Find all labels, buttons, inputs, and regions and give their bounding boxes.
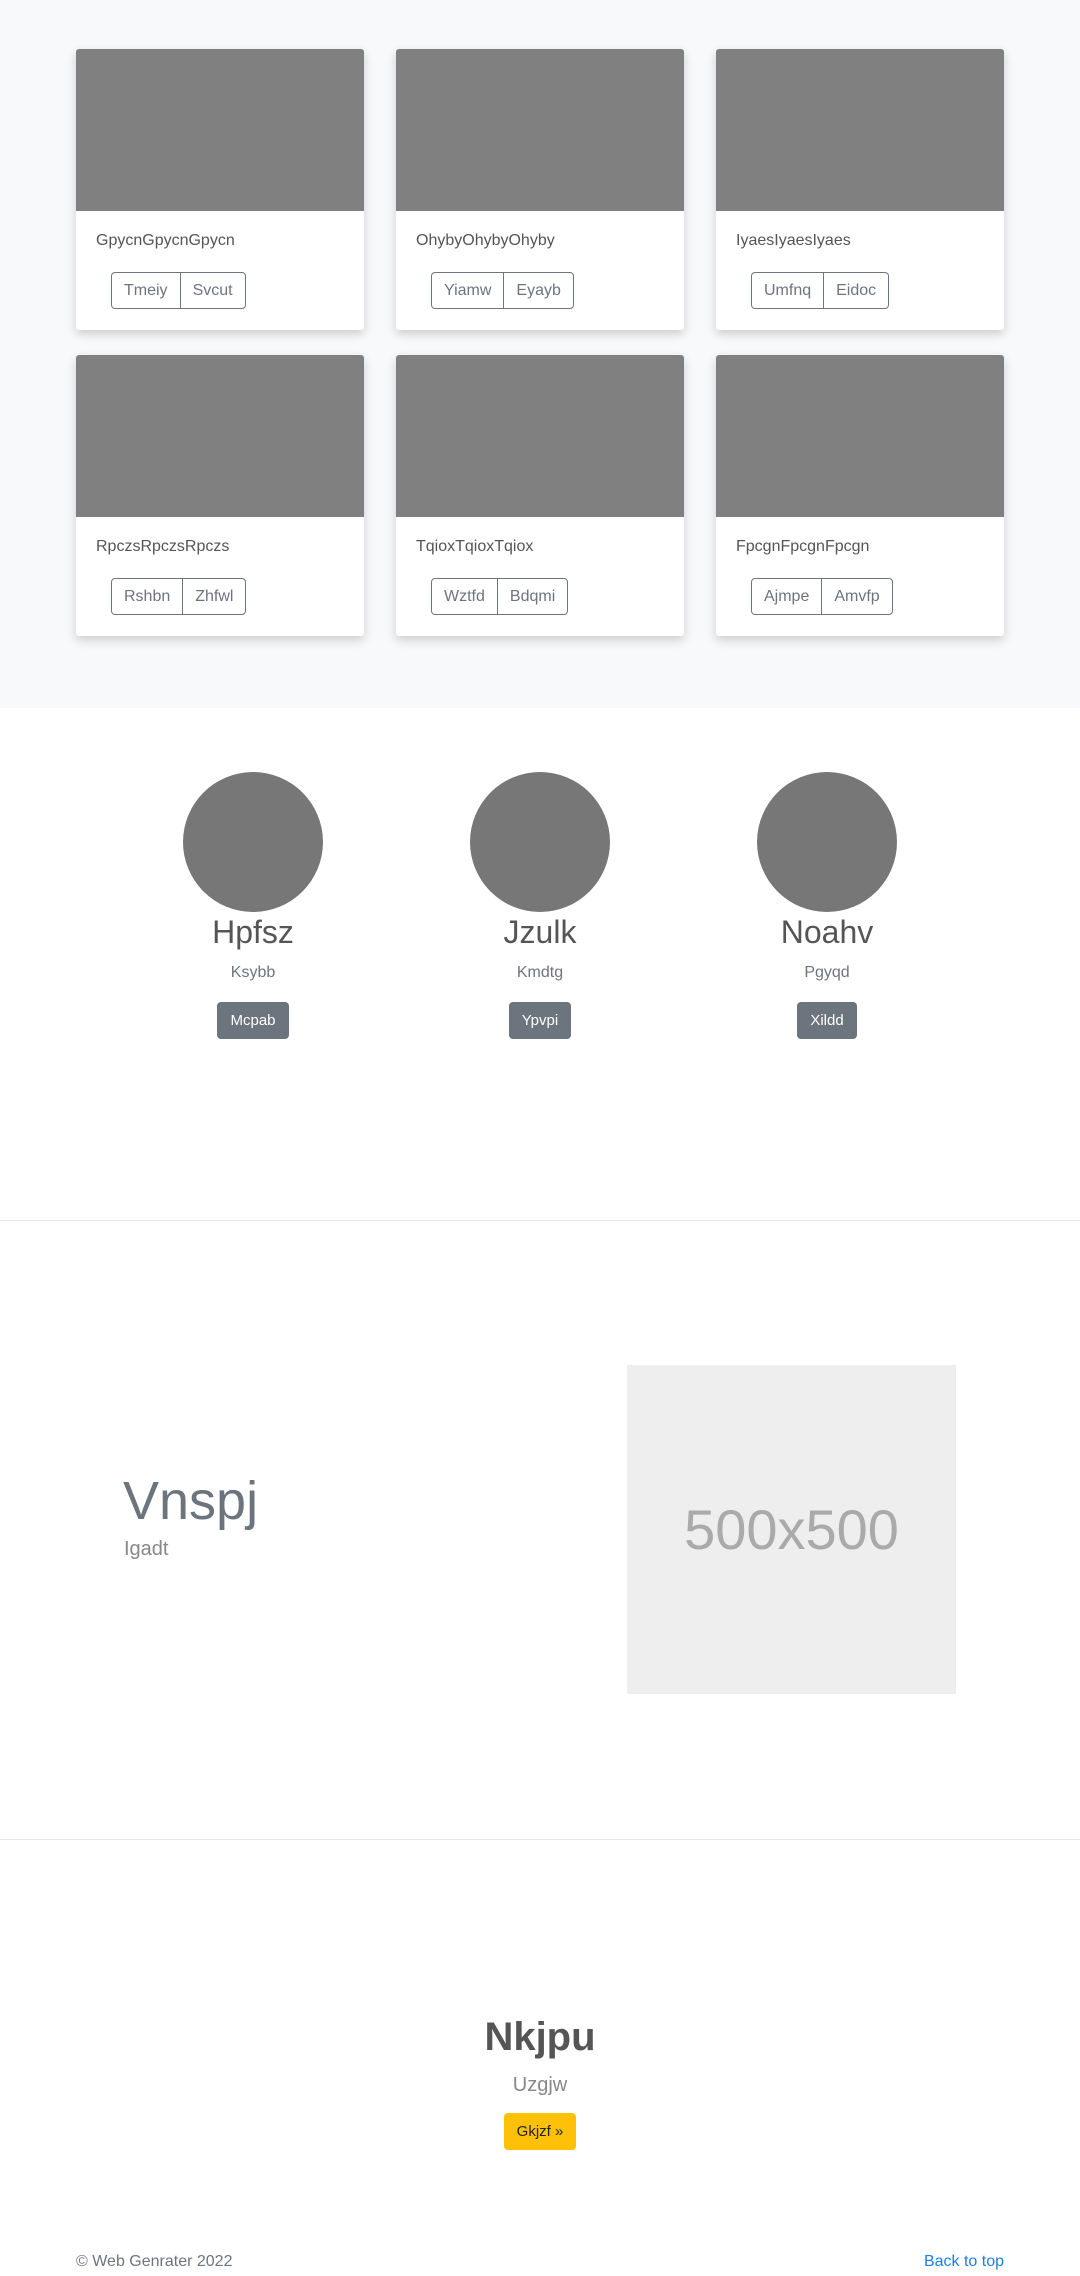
card-button-group: Ajmpe Amvfp bbox=[751, 578, 893, 615]
placeholder-image: 500x500 bbox=[627, 1365, 956, 1694]
album-card: TqioxTqioxTqiox Wztfd Bdqmi bbox=[396, 355, 684, 636]
album-card: RpczsRpczsRpczs Rshbn Zhfwl bbox=[76, 355, 364, 636]
card-text: RpczsRpczsRpczs bbox=[96, 538, 230, 555]
team-member: Jzulk Kmdtg Ypvpi bbox=[440, 772, 640, 1039]
card-thumbnail bbox=[396, 49, 684, 211]
member-button[interactable]: Ypvpi bbox=[508, 1002, 572, 1039]
card-button[interactable]: Umfnq bbox=[752, 273, 823, 308]
feature-subtitle: Igadt bbox=[124, 1538, 169, 1560]
member-button[interactable]: Mcpab bbox=[217, 1002, 289, 1039]
team-member: Hpfsz Ksybb Mcpab bbox=[153, 772, 353, 1039]
feature-title: Vnspj bbox=[123, 1471, 259, 1531]
avatar bbox=[470, 772, 610, 912]
section-divider bbox=[0, 1839, 1080, 1840]
jumbotron: Nkjpu Uzgjw Gkjzf » bbox=[0, 2015, 1080, 2150]
album-card: GpycnGpycnGpycn Tmeiy Svcut bbox=[76, 49, 364, 330]
album-card: FpcgnFpcgnFpcgn Ajmpe Amvfp bbox=[716, 355, 1004, 636]
card-text: GpycnGpycnGpycn bbox=[96, 232, 235, 249]
team-member: Noahv Pgyqd Xildd bbox=[727, 772, 927, 1039]
card-button-group: Umfnq Eidoc bbox=[751, 272, 890, 309]
card-button[interactable]: Rshbn bbox=[112, 579, 182, 614]
avatar bbox=[183, 772, 323, 912]
card-button[interactable]: Wztfd bbox=[432, 579, 497, 614]
member-name: Hpfsz bbox=[212, 914, 294, 950]
avatar bbox=[757, 772, 897, 912]
card-button[interactable]: Bdqmi bbox=[496, 579, 567, 614]
card-thumbnail bbox=[76, 49, 364, 211]
card-thumbnail bbox=[716, 49, 1004, 211]
jumbotron-subtitle: Uzgjw bbox=[512, 2074, 568, 2096]
card-thumbnail bbox=[396, 355, 684, 517]
card-button[interactable]: Svcut bbox=[179, 273, 245, 308]
album-section: GpycnGpycnGpycn Tmeiy Svcut OhybyOhybyOh… bbox=[0, 0, 1080, 708]
jumbotron-button[interactable]: Gkjzf » bbox=[503, 2113, 577, 2150]
card-button[interactable]: Ajmpe bbox=[752, 579, 821, 614]
card-button-group: Yiamw Eyayb bbox=[431, 272, 574, 309]
card-button[interactable]: Amvfp bbox=[821, 579, 891, 614]
member-role: Pgyqd bbox=[804, 964, 850, 981]
member-role: Kmdtg bbox=[516, 964, 564, 981]
card-button[interactable]: Eyayb bbox=[503, 273, 572, 308]
back-to-top-link[interactable]: Back to top bbox=[924, 2253, 1004, 2271]
member-role: Ksybb bbox=[230, 964, 276, 981]
member-name: Noahv bbox=[780, 914, 874, 950]
card-button[interactable]: Yiamw bbox=[432, 273, 503, 308]
card-button[interactable]: Tmeiy bbox=[112, 273, 180, 308]
card-button-group: Wztfd Bdqmi bbox=[431, 578, 569, 615]
album-card: IyaesIyaesIyaes Umfnq Eidoc bbox=[716, 49, 1004, 330]
card-thumbnail bbox=[716, 355, 1004, 517]
card-button[interactable]: Eidoc bbox=[823, 273, 888, 308]
jumbotron-title: Nkjpu bbox=[484, 2015, 596, 2059]
card-button-group: Rshbn Zhfwl bbox=[111, 578, 247, 615]
card-text: OhybyOhybyOhyby bbox=[416, 232, 555, 249]
card-text: TqioxTqioxTqiox bbox=[416, 538, 534, 555]
member-name: Jzulk bbox=[503, 914, 577, 950]
member-button[interactable]: Xildd bbox=[797, 1002, 857, 1039]
card-text: FpcgnFpcgnFpcgn bbox=[736, 538, 870, 555]
card-button-group: Tmeiy Svcut bbox=[111, 272, 246, 309]
card-text: IyaesIyaesIyaes bbox=[736, 232, 851, 249]
copyright-text: © Web Genrater 2022 bbox=[76, 2253, 233, 2270]
card-button[interactable]: Zhfwl bbox=[182, 579, 245, 614]
card-thumbnail bbox=[76, 355, 364, 517]
album-card: OhybyOhybyOhyby Yiamw Eyayb bbox=[396, 49, 684, 330]
section-divider bbox=[0, 1220, 1080, 1221]
